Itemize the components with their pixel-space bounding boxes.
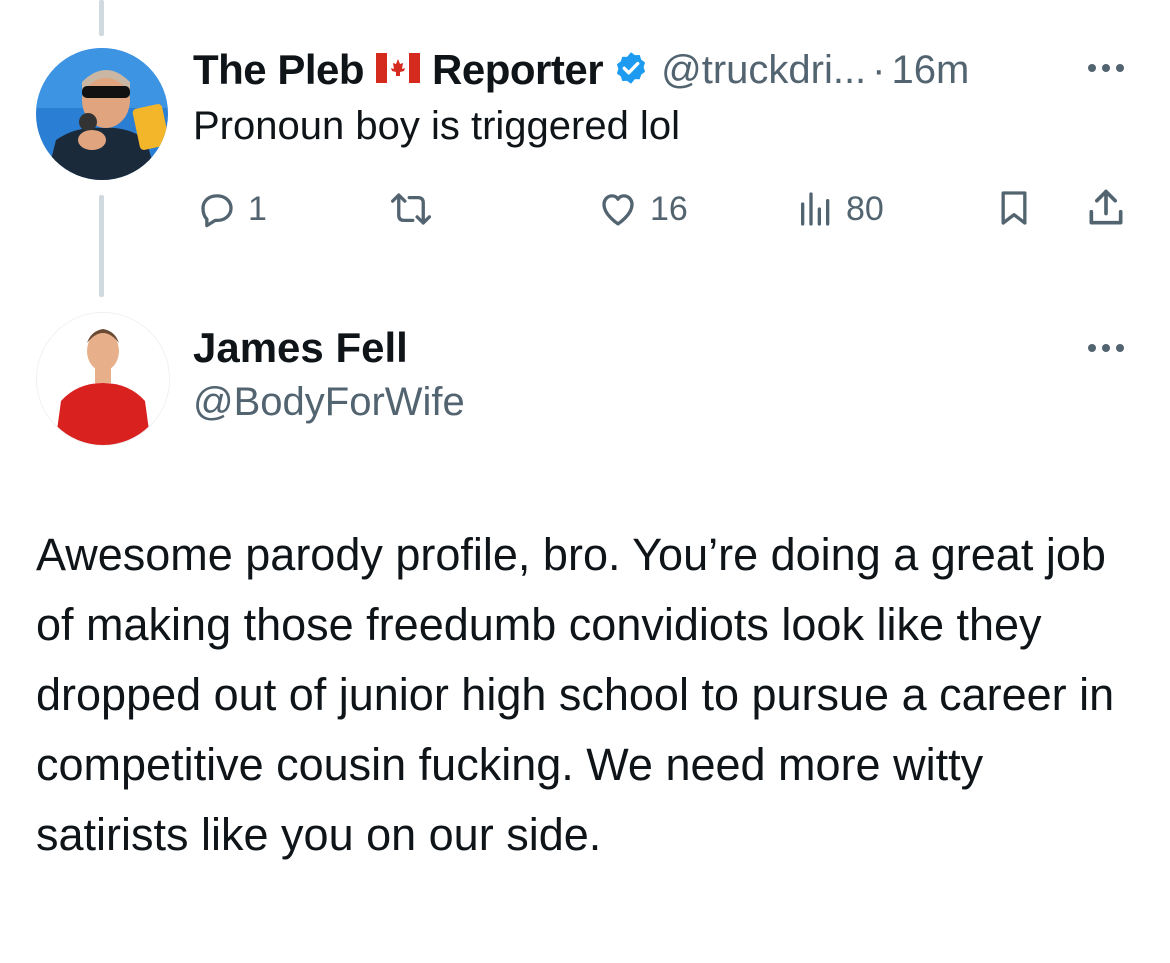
author-handle[interactable]: @truckdri...	[661, 48, 866, 93]
reply-author-handle[interactable]: @BodyForWife	[193, 380, 465, 425]
reply-icon	[201, 194, 233, 228]
avatar-james-fell[interactable]	[36, 312, 170, 446]
views-button[interactable]: 80	[796, 188, 884, 230]
parent-tweet-text: Pronoun boy is triggered lol	[193, 104, 680, 148]
separator-dot: ·	[872, 47, 886, 92]
avatar-the-pleb-reporter[interactable]	[36, 48, 168, 180]
reply-button[interactable]: 1	[196, 188, 267, 230]
display-name-part2[interactable]: Reporter	[432, 46, 604, 94]
bookmark-button[interactable]	[994, 186, 1034, 230]
tweet-action-bar: 1 16 80	[0, 186, 1170, 236]
reply-display-name[interactable]: James Fell	[193, 324, 408, 372]
display-name-part1[interactable]: The Pleb	[193, 46, 365, 94]
avatar-image	[36, 48, 168, 180]
views-count: 80	[846, 189, 884, 228]
thread-line-top	[99, 0, 104, 36]
bookmark-icon	[1001, 191, 1027, 225]
share-icon	[1089, 189, 1123, 225]
parent-tweet-header: The Pleb Reporter @truckdri... · 16m	[193, 42, 969, 98]
repost-button[interactable]	[388, 188, 444, 230]
avatar-image	[37, 313, 169, 445]
more-options-icon[interactable]	[1088, 344, 1124, 352]
canada-flag-icon	[376, 52, 421, 88]
more-options-icon[interactable]	[1088, 64, 1124, 72]
like-button[interactable]: 16	[596, 188, 688, 230]
like-count: 16	[650, 189, 688, 228]
repost-icon	[390, 193, 432, 225]
share-button[interactable]	[1084, 186, 1128, 230]
verified-badge-icon	[613, 50, 649, 91]
reply-count: 1	[248, 189, 267, 228]
views-chart-icon	[801, 192, 830, 226]
tweet-timestamp[interactable]: 16m	[892, 48, 970, 93]
reply-tweet-text: Awesome parody profile, bro. You’re doin…	[36, 529, 1115, 860]
heart-icon	[602, 194, 634, 226]
